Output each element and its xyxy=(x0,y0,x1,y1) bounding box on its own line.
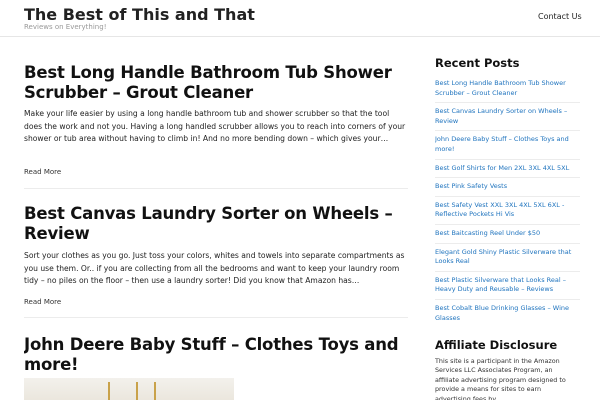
list-item: Best Cobalt Blue Drinking Glasses – Wine… xyxy=(435,303,580,327)
list-item: Best Long Handle Bathroom Tub Shower Scr… xyxy=(435,78,580,104)
nav-contact-us[interactable]: Contact Us xyxy=(538,12,582,21)
list-item: Best Pink Safety Vests xyxy=(435,181,580,197)
affiliate-disclosure-text: This site is a participant in the Amazon… xyxy=(435,357,566,400)
post-item: Best Long Handle Bathroom Tub Shower Scr… xyxy=(24,37,408,189)
sidebar: Recent Posts Best Long Handle Bathroom T… xyxy=(435,37,585,400)
site-header: The Best of This and That Reviews on Eve… xyxy=(0,0,600,37)
recent-post-link[interactable]: Elegant Gold Shiny Plastic Silverware th… xyxy=(435,248,580,267)
recent-post-link[interactable]: Best Golf Shirts for Men 2XL 3XL 4XL 5XL xyxy=(435,164,580,174)
recent-post-link[interactable]: John Deere Baby Stuff – Clothes Toys and… xyxy=(435,135,580,154)
post-thumbnail-image[interactable] xyxy=(24,378,234,400)
post-title[interactable]: Best Long Handle Bathroom Tub Shower Scr… xyxy=(24,63,408,103)
post-list: Best Long Handle Bathroom Tub Shower Scr… xyxy=(24,37,408,400)
list-item: Best Safety Vest XXL 3XL 4XL 5XL 6XL - R… xyxy=(435,200,580,225)
list-item: Best Baitcasting Reel Under $50 xyxy=(435,228,580,244)
list-item: Best Canvas Laundry Sorter on Wheels – R… xyxy=(435,106,580,132)
recent-post-link[interactable]: Best Long Handle Bathroom Tub Shower Scr… xyxy=(435,79,580,98)
recent-post-link[interactable]: Best Baitcasting Reel Under $50 xyxy=(435,229,580,239)
list-item: Elegant Gold Shiny Plastic Silverware th… xyxy=(435,247,580,272)
list-item: John Deere Baby Stuff – Clothes Toys and… xyxy=(435,134,580,160)
site-tagline: Reviews on Everything! xyxy=(24,23,107,31)
list-item: Best Golf Shirts for Men 2XL 3XL 4XL 5XL xyxy=(435,163,580,179)
affiliate-disclosure-title: Affiliate Disclosure xyxy=(435,338,558,352)
thumbnail-detail xyxy=(108,382,110,400)
recent-posts-title: Recent Posts xyxy=(435,56,520,70)
recent-post-link[interactable]: Best Plastic Silverware that Looks Real … xyxy=(435,276,580,295)
read-more-link[interactable]: Read More xyxy=(24,168,61,176)
recent-post-link[interactable]: Best Safety Vest XXL 3XL 4XL 5XL 6XL - R… xyxy=(435,201,580,220)
post-title[interactable]: Best Canvas Laundry Sorter on Wheels – R… xyxy=(24,204,408,244)
list-item: Best Plastic Silverware that Looks Real … xyxy=(435,275,580,300)
post-item: John Deere Baby Stuff – Clothes Toys and… xyxy=(24,318,408,400)
post-title[interactable]: John Deere Baby Stuff – Clothes Toys and… xyxy=(24,335,408,375)
thumbnail-detail xyxy=(136,382,138,400)
recent-posts-list: Best Long Handle Bathroom Tub Shower Scr… xyxy=(435,78,580,330)
site-title[interactable]: The Best of This and That xyxy=(24,5,255,24)
recent-post-link[interactable]: Best Canvas Laundry Sorter on Wheels – R… xyxy=(435,107,580,126)
post-excerpt: Sort your clothes as you go. Just toss y… xyxy=(24,251,405,286)
post-excerpt: Make your life easier by using a long ha… xyxy=(24,109,406,144)
recent-post-link[interactable]: Best Pink Safety Vests xyxy=(435,182,580,192)
read-more-link[interactable]: Read More xyxy=(24,298,61,306)
thumbnail-detail xyxy=(154,382,156,400)
recent-post-link[interactable]: Best Cobalt Blue Drinking Glasses – Wine… xyxy=(435,304,580,323)
post-item: Best Canvas Laundry Sorter on Wheels – R… xyxy=(24,189,408,318)
